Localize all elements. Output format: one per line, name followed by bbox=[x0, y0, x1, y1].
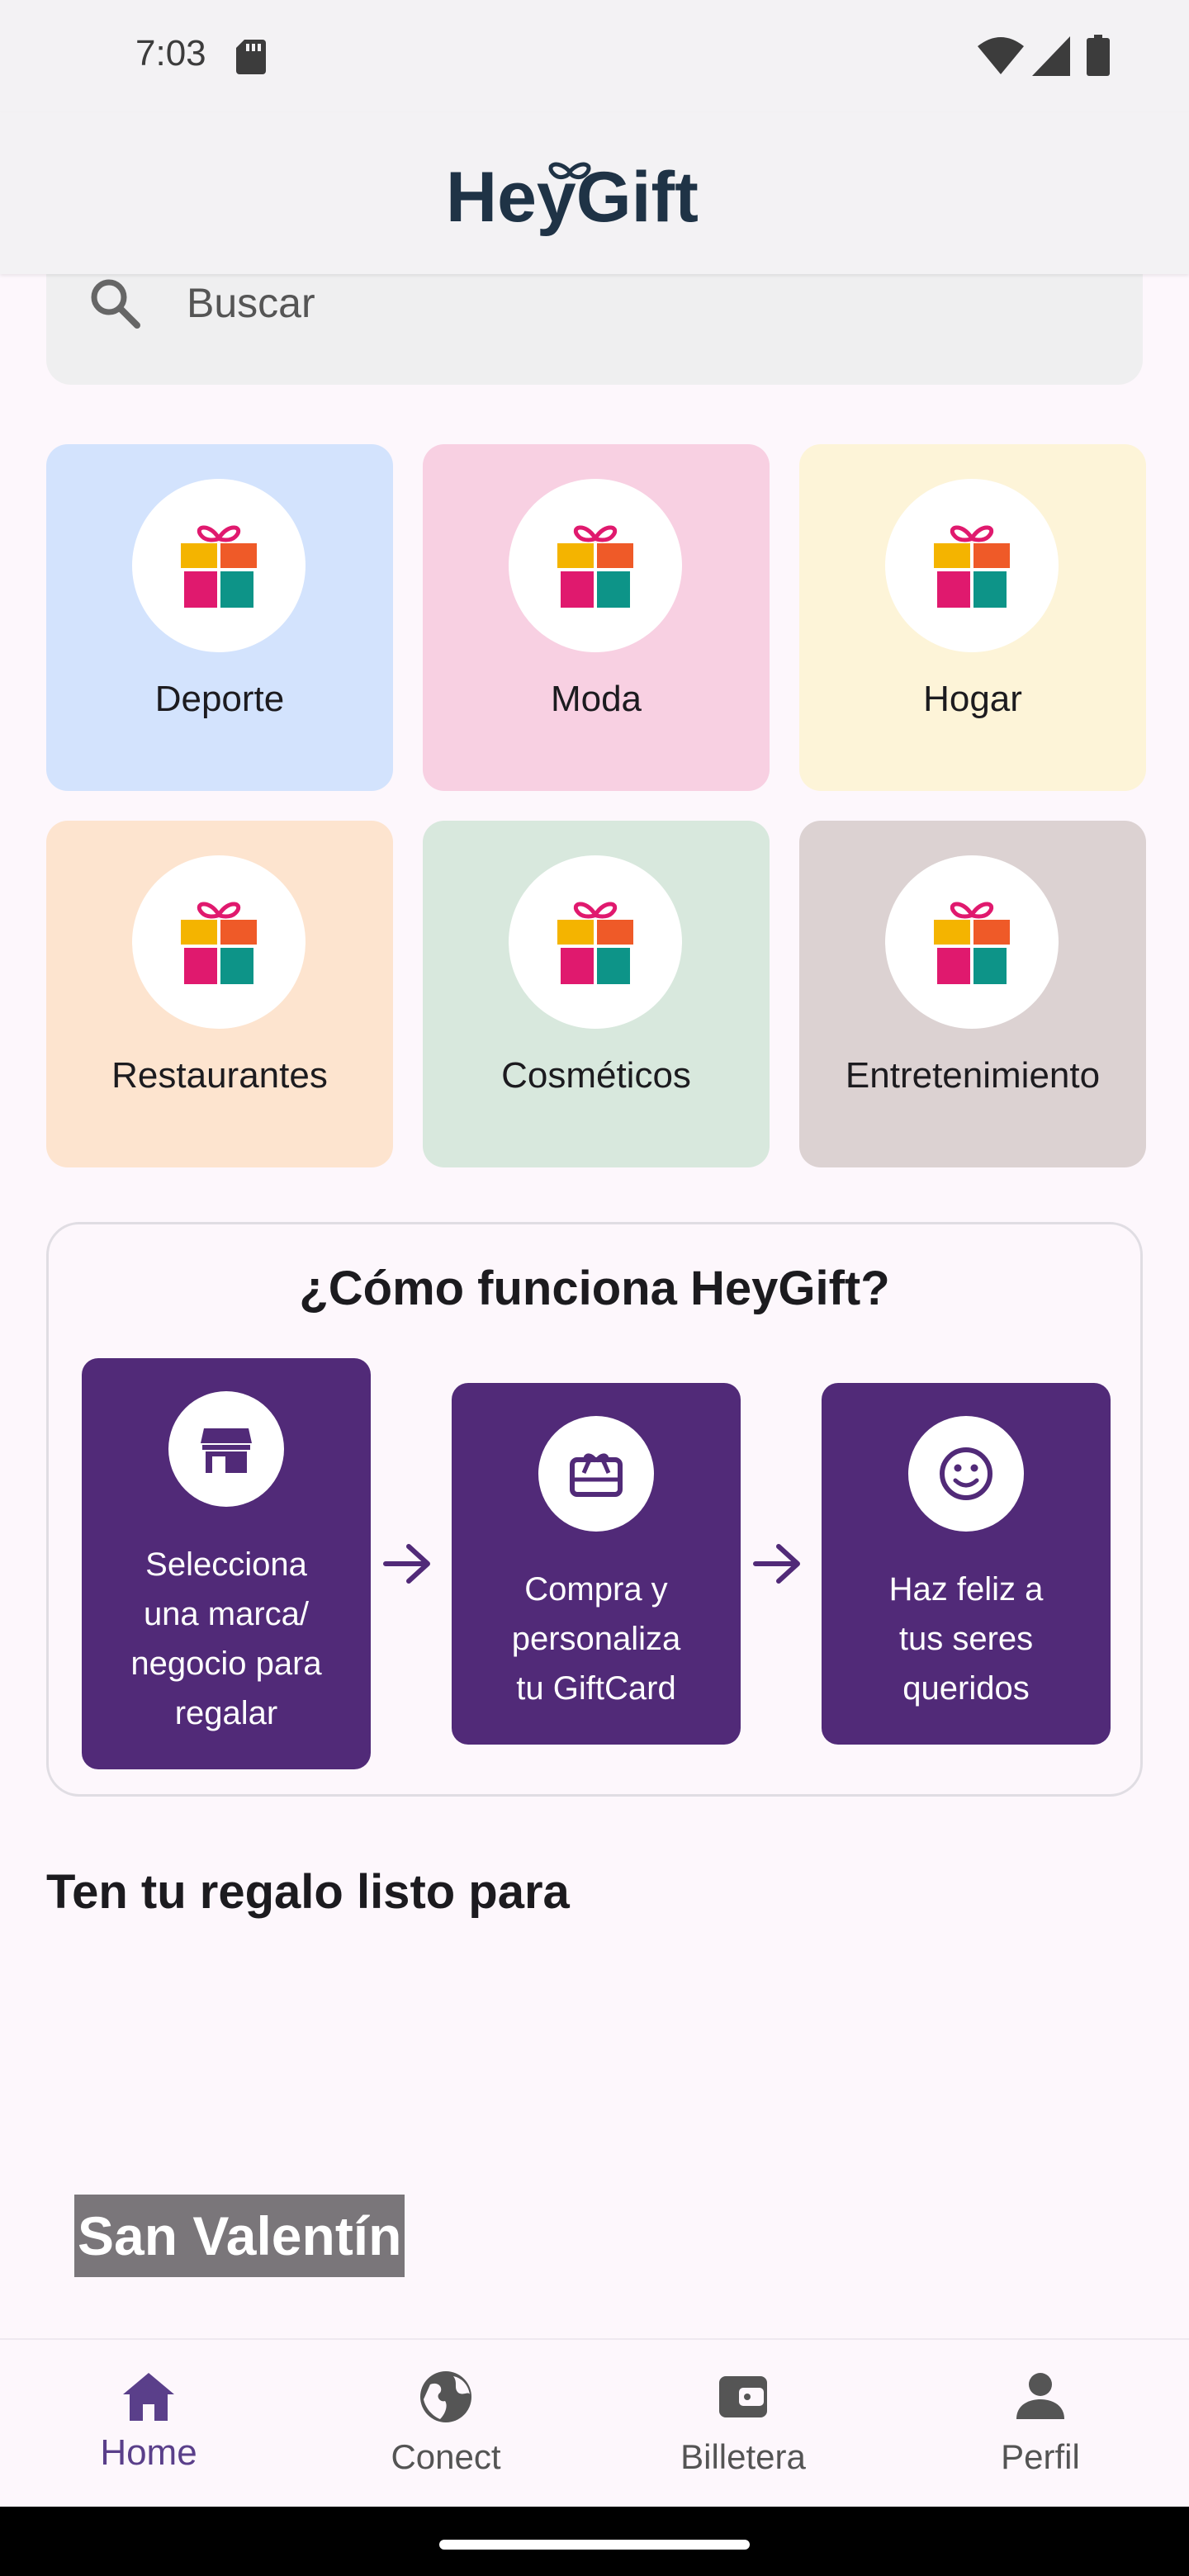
globe-icon bbox=[420, 2371, 471, 2422]
home-icon bbox=[123, 2373, 174, 2421]
gift-icon bbox=[557, 902, 633, 984]
sd-card-icon bbox=[236, 40, 266, 74]
arrow-right-icon bbox=[383, 1544, 430, 1584]
gift-icon bbox=[934, 902, 1010, 984]
category-tile-hogar[interactable]: Hogar bbox=[799, 444, 1146, 791]
step-icon-circle bbox=[908, 1416, 1024, 1532]
smiley-icon bbox=[940, 1447, 992, 1500]
category-label: Moda bbox=[550, 679, 642, 719]
category-label: Entretenimiento bbox=[845, 1055, 1101, 1096]
search-icon bbox=[91, 279, 140, 329]
arrow-right-icon bbox=[753, 1544, 800, 1584]
svg-text:HeyGift: HeyGift bbox=[446, 158, 699, 236]
nav-label: Perfil bbox=[1001, 2437, 1080, 2476]
search-input[interactable]: Buscar bbox=[187, 279, 315, 327]
how-it-works-title: ¿Cómo funciona HeyGift? bbox=[299, 1262, 890, 1315]
nav-label: Home bbox=[100, 2432, 197, 2473]
wallet-icon bbox=[719, 2376, 767, 2417]
step-buy-giftcard: Compra y personaliza tu GiftCard bbox=[452, 1383, 741, 1745]
category-tile-moda[interactable]: Moda bbox=[423, 444, 770, 791]
gift-card-icon bbox=[570, 1453, 623, 1497]
category-icon-circle bbox=[509, 479, 682, 652]
person-icon bbox=[1016, 2373, 1064, 2419]
nav-perfil[interactable]: Perfil bbox=[892, 2340, 1189, 2508]
category-tile-entretenimiento[interactable]: Entretenimiento bbox=[799, 821, 1146, 1167]
battery-icon bbox=[1087, 35, 1110, 76]
gift-icon bbox=[557, 525, 633, 608]
category-tile-restaurantes[interactable]: Restaurantes bbox=[46, 821, 393, 1167]
category-tile-cosmeticos[interactable]: Cosméticos bbox=[423, 821, 770, 1167]
how-it-works-card: ¿Cómo funciona HeyGift? Selecciona una m… bbox=[46, 1222, 1143, 1797]
category-label: Restaurantes bbox=[111, 1055, 328, 1096]
occasion-banner-san-valentin[interactable]: San Valentín bbox=[74, 2195, 405, 2277]
category-label: Cosméticos bbox=[501, 1055, 691, 1096]
step-make-happy: Haz feliz a tus seres queridos bbox=[822, 1383, 1111, 1745]
home-gesture-bar[interactable] bbox=[439, 2540, 750, 2550]
wifi-icon bbox=[978, 37, 1024, 74]
status-bar: 7:03 bbox=[0, 0, 1189, 112]
heygift-logo: HeyGift bbox=[446, 158, 699, 236]
signal-icon bbox=[1032, 36, 1070, 76]
gift-icon bbox=[181, 902, 257, 984]
category-label: Deporte bbox=[154, 679, 285, 719]
category-icon-circle bbox=[509, 855, 682, 1029]
step-select-brand: Selecciona una marca/ negocio para regal… bbox=[82, 1358, 371, 1769]
storefront-icon bbox=[201, 1428, 252, 1473]
nav-home[interactable]: Home bbox=[0, 2340, 297, 2508]
gift-icon bbox=[934, 525, 1010, 608]
category-label: Hogar bbox=[923, 679, 1022, 719]
nav-conect[interactable]: Conect bbox=[297, 2340, 594, 2508]
app-header: HeyGift bbox=[0, 112, 1189, 274]
step-icon-circle bbox=[538, 1416, 654, 1532]
category-icon-circle bbox=[132, 479, 306, 652]
step-icon-circle bbox=[168, 1391, 284, 1507]
nav-label: Billetera bbox=[680, 2437, 806, 2476]
category-icon-circle bbox=[885, 479, 1059, 652]
gift-icon bbox=[181, 525, 257, 608]
section-title: Ten tu regalo listo para bbox=[46, 1865, 570, 1919]
bottom-navigation: Home Conect Billetera Perfil bbox=[0, 2338, 1189, 2508]
status-time: 7:03 bbox=[135, 33, 206, 73]
nav-billetera[interactable]: Billetera bbox=[594, 2340, 892, 2508]
step-text: Selecciona una marca/ negocio para regal… bbox=[130, 1546, 322, 1731]
step-text: Compra y personaliza tu GiftCard bbox=[511, 1571, 681, 1707]
category-icon-circle bbox=[885, 855, 1059, 1029]
step-text: Haz feliz a tus seres queridos bbox=[888, 1571, 1044, 1707]
category-tile-deporte[interactable]: Deporte bbox=[46, 444, 393, 791]
category-icon-circle bbox=[132, 855, 306, 1029]
nav-label: Conect bbox=[391, 2437, 501, 2476]
